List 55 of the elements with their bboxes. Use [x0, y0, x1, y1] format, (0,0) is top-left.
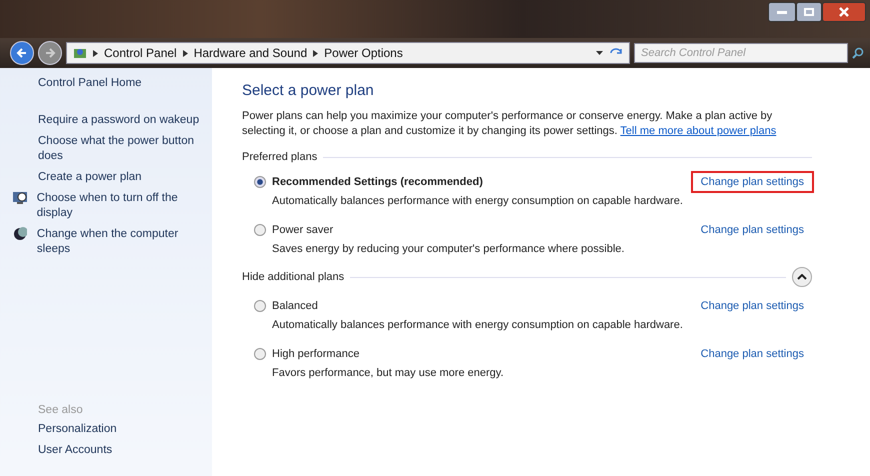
forward-arrow-icon: [44, 47, 56, 59]
sidebar-link[interactable]: Personalization: [38, 422, 117, 437]
radio-button[interactable]: [254, 348, 266, 360]
back-button[interactable]: [10, 41, 34, 65]
chevron-icon: [182, 50, 188, 56]
plan-name: Recommended Settings (recommended): [272, 176, 484, 188]
dropdown-icon[interactable]: [596, 51, 603, 55]
plan-name: Balanced: [272, 300, 319, 312]
sidebar-link[interactable]: Choose what the power button does: [38, 134, 206, 164]
plan-description: Favors performance, but may use more energy.: [272, 367, 505, 379]
group-heading: Hide additional plans: [242, 271, 344, 283]
chevron-icon: [313, 50, 318, 56]
plan-name: Power saver: [272, 224, 334, 236]
breadcrumb[interactable]: Control Panel: [104, 46, 177, 60]
back-arrow-icon: [16, 47, 28, 59]
close-icon: [839, 7, 849, 17]
radio-button[interactable]: [254, 176, 266, 188]
change-plan-link[interactable]: Change plan settings: [690, 343, 814, 365]
radio-button[interactable]: [254, 224, 266, 236]
intro-text: Power plans can help you maximize your computer's performance or conserve energy. Make a plan active by selecting it, or choose a plan and customize it by changing its power settings. Tell me more about power plans: [242, 109, 778, 139]
sidebar-link[interactable]: Change when the computer sleeps: [36, 227, 206, 257]
plan-name: High performance: [272, 348, 360, 360]
plan-description: Automatically balances performance with energy consumption on capable hardware.: [272, 195, 684, 207]
minimize-button[interactable]: [768, 2, 796, 22]
address-bar[interactable]: Control Panel Hardware and Sound Power Options: [66, 42, 630, 64]
collapse-button[interactable]: [792, 267, 812, 287]
close-button[interactable]: [822, 2, 866, 22]
breadcrumb[interactable]: Hardware and Sound: [194, 46, 308, 60]
sidebar-link[interactable]: Create a power plan: [38, 170, 142, 185]
change-plan-link[interactable]: Change plan settings: [690, 219, 814, 241]
maximize-button[interactable]: [796, 2, 822, 22]
forward-button[interactable]: [38, 41, 62, 65]
change-plan-link[interactable]: Change plan settings: [690, 171, 814, 193]
sidebar-link[interactable]: Require a password on wakeup: [38, 113, 200, 128]
sidebar-link[interactable]: Control Panel Home: [38, 76, 142, 91]
maximize-icon: [804, 8, 814, 16]
control-panel-icon: [73, 46, 87, 60]
page-title: Select a power plan: [242, 82, 375, 99]
plan-description: Automatically balances performance with energy consumption on capable hardware.: [272, 319, 684, 331]
plan-description: Saves energy by reducing your computer's performance where possible.: [272, 243, 626, 255]
minimize-icon: [777, 10, 787, 14]
radio-button[interactable]: [254, 300, 266, 312]
moon-icon: [13, 227, 28, 241]
chevron-icon: [93, 50, 98, 56]
sidebar-link[interactable]: User Accounts: [38, 443, 112, 458]
chevron-icon: [797, 274, 807, 280]
search-field[interactable]: Search Control Panel: [634, 43, 848, 63]
see-also-heading: See also: [37, 404, 84, 416]
sidebar-link[interactable]: Choose when to turn off the display: [36, 191, 206, 221]
group-heading: Preferred plans: [242, 151, 318, 163]
change-plan-link[interactable]: Change plan settings: [690, 295, 814, 317]
help-link[interactable]: Tell me more about power plans: [620, 125, 776, 137]
search-icon[interactable]: [852, 47, 864, 59]
breadcrumb[interactable]: Power Options: [324, 46, 403, 60]
monitor-clock-icon: [12, 191, 28, 205]
